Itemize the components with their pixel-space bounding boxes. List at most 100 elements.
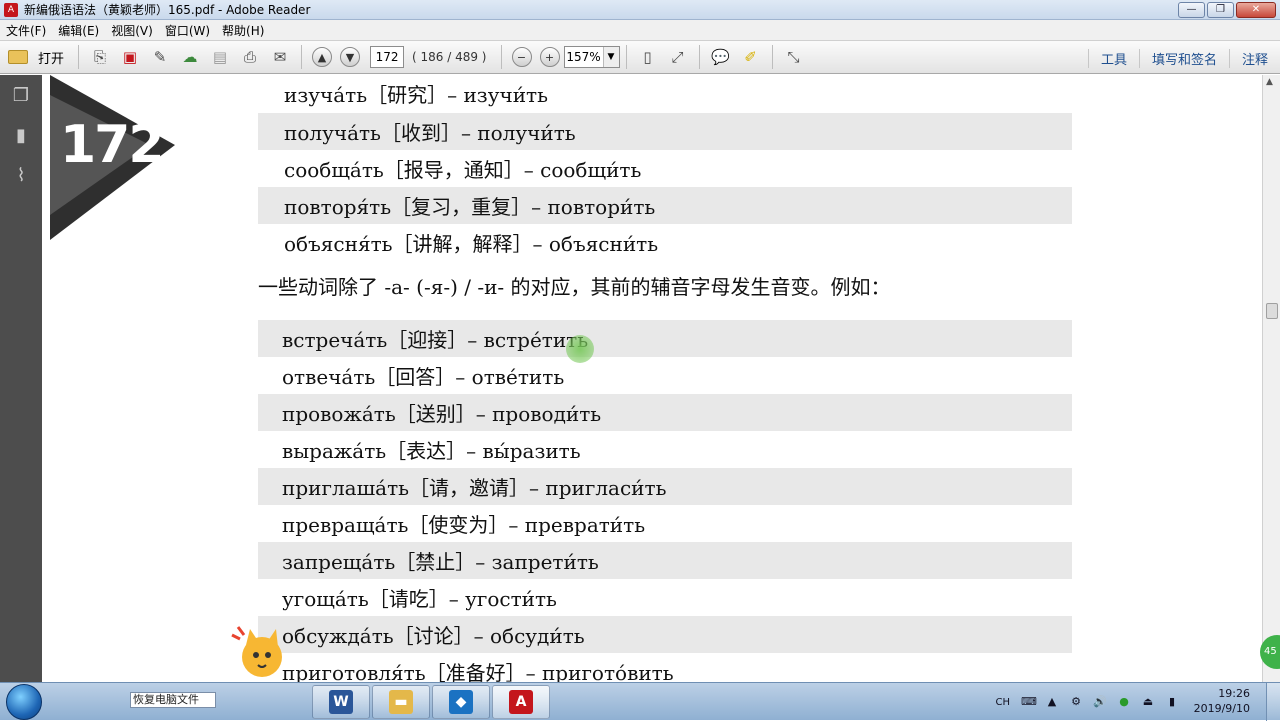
open-button[interactable]: 打开 [0,48,72,67]
scroll-up-icon[interactable]: ▲ [1266,77,1273,87]
scroll-thumb[interactable] [1266,303,1278,319]
start-button[interactable] [6,683,42,720]
verb-row: получа́ть［收到］– получи́ть [258,113,1072,150]
menu-bar: 文件(F) 编辑(E) 视图(V) 窗口(W) 帮助(H) [0,20,1280,40]
toolbar-divider [78,45,80,69]
bookmarks-icon[interactable]: ▮ [10,125,32,149]
create-pdf-icon[interactable]: ⎘ [87,44,113,70]
verb-row: превраща́ть［使变为］– преврати́ть [282,513,646,537]
clock-time: 19:26 [1218,687,1250,700]
taskbar-explorer[interactable]: ▬ [372,685,430,719]
highlight-icon[interactable]: ✐ [738,44,764,70]
restore-button[interactable]: ❐ [1207,2,1234,18]
attachments-icon[interactable]: ⌇ [10,165,32,189]
app-icon: ◆ [449,690,473,714]
security-icon[interactable]: ● [1117,695,1131,709]
page-badge-number: 172 [60,115,165,175]
toolbar-divider [625,45,627,69]
window-title: 新编俄语语法（黄颖老师）165.pdf - Adobe Reader [24,3,311,17]
verb-row: сообща́ть［报导，通知］– сообщи́ть [284,158,642,182]
title-bar: A 新编俄语语法（黄颖老师）165.pdf - Adobe Reader — ❐… [0,0,1280,20]
signal-icon[interactable]: ▮ [1165,695,1179,709]
verb-row: изуча́ть［研究］– изучи́ть [284,83,548,107]
input-language[interactable]: CH [995,697,1010,708]
fit-width-icon[interactable]: ⤢ [665,44,691,70]
cloud-upload-icon[interactable]: ☁ [177,44,203,70]
open-label: 打开 [38,51,65,67]
clock[interactable]: 19:26 2019/9/10 [1194,686,1250,716]
verb-row: выража́ть［表达］– вы́разить [282,439,581,463]
menu-window[interactable]: 窗口(W) [159,22,216,39]
menu-file[interactable]: 文件(F) [0,22,52,39]
tray-expand-icon[interactable]: ▲ [1045,695,1059,709]
export-pdf-icon[interactable]: ▣ [117,44,143,70]
fit-page-icon[interactable]: ▯ [635,44,661,70]
toolbar-divider [698,45,700,69]
verb-row: запреща́ть［禁止］– запрети́ть [258,542,1072,579]
email-icon[interactable]: ✉ [267,44,293,70]
network-app-icon[interactable]: ⚙ [1069,695,1083,709]
print-icon[interactable]: ⎙ [237,44,263,70]
left-navigation-pane: ❐ ▮ ⌇ [0,75,42,682]
keyboard-icon[interactable]: ⌨ [1021,695,1037,709]
toolbar-divider [500,45,502,69]
zoom-select[interactable]: 157% ▼ [563,46,620,68]
pdf-app-icon: A [4,2,18,17]
verb-row: приглаша́ть［请，邀请］– пригласи́ть [258,468,1072,505]
cursor-highlight [566,335,594,363]
previous-page-icon[interactable]: ▲ [312,47,333,67]
adobe-reader-icon: A [509,690,533,714]
menu-help[interactable]: 帮助(H) [216,22,270,39]
vertical-scrollbar[interactable]: ▲ 45 [1260,75,1280,682]
page-thumbnails-icon[interactable]: ❐ [10,85,32,109]
taskbar-app[interactable]: ◆ [432,685,490,719]
tab-comment[interactable]: 注释 [1228,48,1280,68]
usb-icon[interactable]: ⏏ [1141,695,1155,709]
page-count: ( 186 / 489 ) [412,50,487,64]
word-icon: W [329,690,353,714]
system-tray: CH ⌨ ▲ ⚙ 🔊 ● ⏏ ▮ [995,683,1184,721]
zoom-value: 157% [566,50,601,64]
tab-fill-sign[interactable]: 填写和签名 [1138,48,1229,68]
toolbar-divider [301,45,303,69]
verb-row: объясня́ть［讲解，解释］– объясни́ть [284,232,659,256]
taskbar-text-field[interactable]: 恢复电脑文件 [130,692,216,708]
clock-date: 2019/9/10 [1193,702,1250,715]
page-number-input[interactable]: 172 [370,46,405,68]
comment-icon[interactable]: 💬 [708,44,734,70]
cat-mascot-icon [231,626,282,677]
taskbar-adobe-reader[interactable]: A [492,685,550,719]
toolbar: 打开 ⎘ ▣ ✎ ☁ ▤ ⎙ ✉ ▲ ▼ 172 ( 186 / 489 ) −… [0,40,1280,74]
menu-edit[interactable]: 编辑(E) [52,22,105,39]
verb-row: встреча́ть［迎接］– встре́тить [258,320,1072,357]
taskbar-word[interactable]: W [312,685,370,719]
verb-row: угоща́ть［请吃］– угости́ть [282,587,557,611]
minimize-button[interactable]: — [1178,2,1205,18]
verb-row: провожа́ть［送别］– проводи́ть [258,394,1072,431]
next-page-icon[interactable]: ▼ [340,47,361,67]
edit-pdf-icon[interactable]: ✎ [147,44,173,70]
verb-row: приготовля́ть［准备好］– пригото́вить [282,661,674,682]
show-desktop-button[interactable] [1266,683,1280,721]
right-panel-tabs: 工具 填写和签名 注释 [1087,41,1280,75]
side-float-badge[interactable]: 45 [1260,635,1280,669]
taskbar: 恢复电脑文件 W ▬ ◆ A CH ⌨ ▲ ⚙ 🔊 ● ⏏ ▮ 19:26 20… [0,682,1280,721]
zoom-out-icon[interactable]: − [511,47,532,67]
toolbar-divider [771,45,773,69]
folder-icon [8,50,28,64]
chevron-down-icon[interactable]: ▼ [602,47,619,67]
verb-row: повторя́ть［复习，重复］– повтори́ть [258,187,1072,224]
window-controls: — ❐ ✕ [1178,2,1276,18]
tab-tools[interactable]: 工具 [1087,48,1139,68]
volume-icon[interactable]: 🔊 [1093,695,1107,709]
close-button[interactable]: ✕ [1236,2,1276,18]
menu-view[interactable]: 视图(V) [105,22,159,39]
save-icon[interactable]: ▤ [207,44,233,70]
document-view[interactable]: 172 изуча́ть［研究］– изучи́ть получа́ть［收到］… [42,75,1262,682]
verb-row: обсужда́ть［讨论］– обсуди́ть [258,616,1072,653]
verb-row: отвеча́ть［回答］– отве́тить [282,365,565,389]
expand-icon[interactable]: ⤡ [781,44,807,70]
section-note: 一些动词除了 -а- (-я-) / -и- 的对应，其前的辅音字母发生音变。例… [258,275,891,299]
zoom-in-icon[interactable]: + [539,47,560,67]
folder-icon: ▬ [389,690,413,714]
